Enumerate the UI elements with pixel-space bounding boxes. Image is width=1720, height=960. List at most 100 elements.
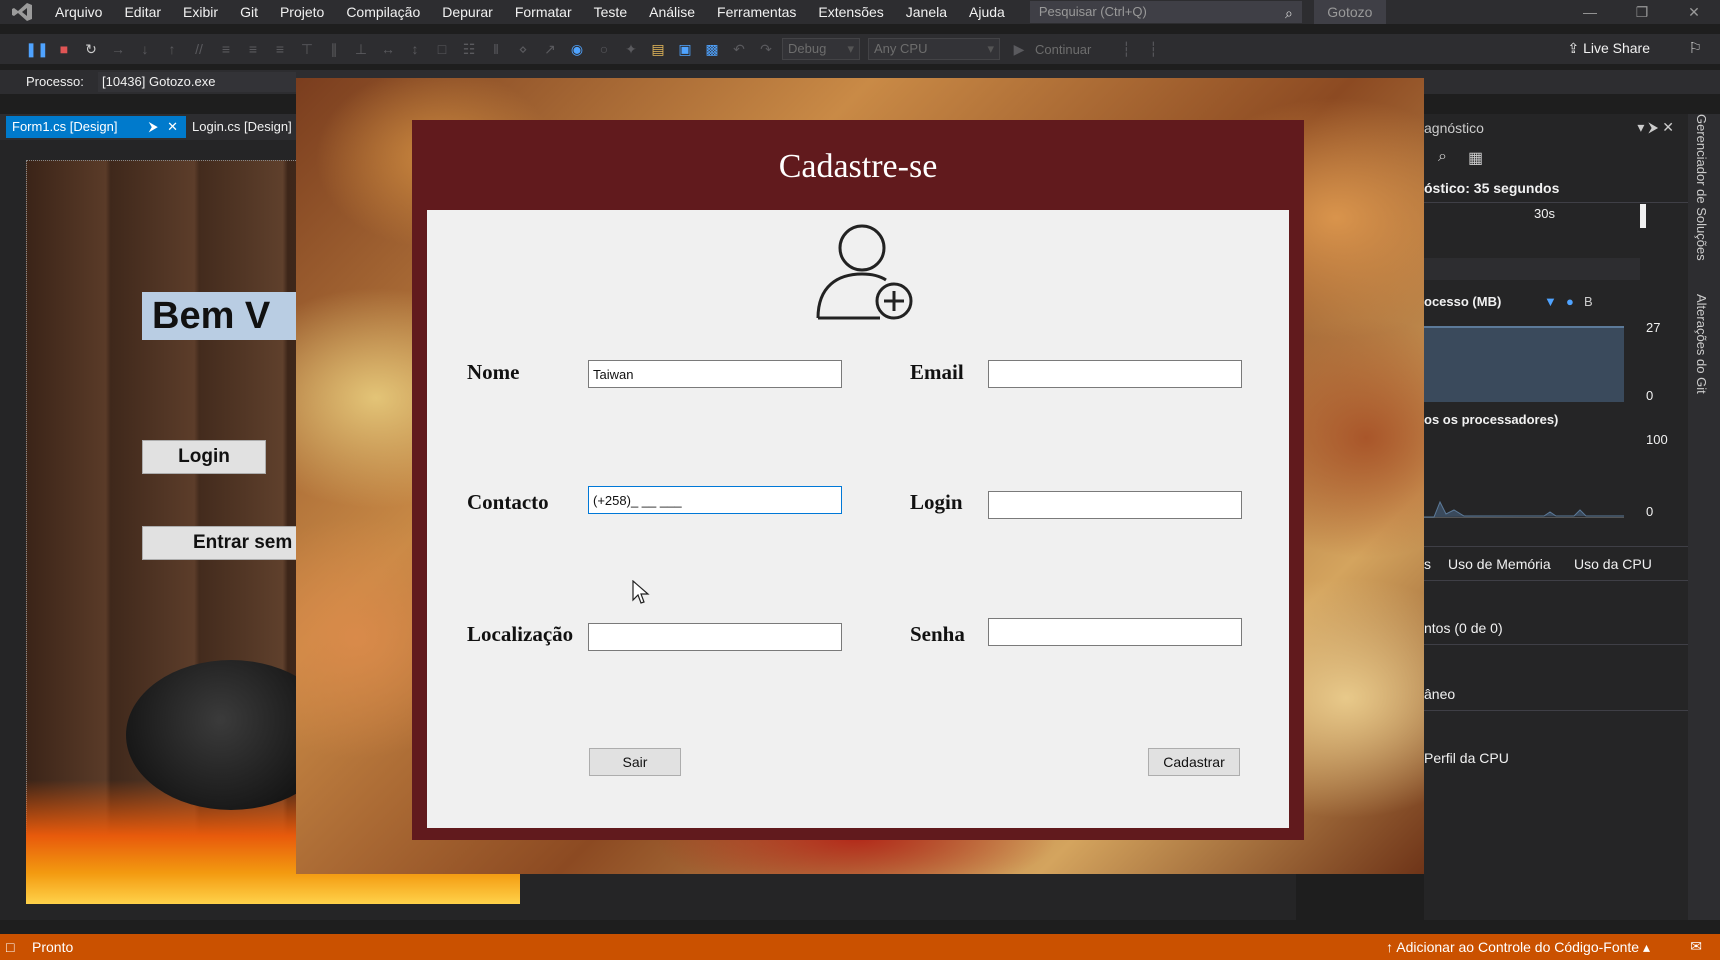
timeline-mark: 30s — [1534, 206, 1555, 221]
align-middle-icon[interactable]: ∥ — [323, 38, 345, 60]
save-all-icon[interactable]: ▩ — [701, 38, 723, 60]
output-window-icon[interactable]: □ — [6, 939, 14, 955]
login-input[interactable] — [988, 491, 1242, 519]
align-left-icon[interactable]: ≡ — [215, 38, 237, 60]
tab-order-icon[interactable]: ↗ — [539, 38, 561, 60]
menu-extensoes[interactable]: Extensões — [807, 0, 894, 24]
tabs-divider — [1424, 546, 1688, 547]
tab-form1-design[interactable]: Form1.cs [Design] ⮞ ✕ — [6, 116, 186, 138]
live-share-button[interactable]: ⇪ Live Share — [1567, 40, 1650, 57]
save-icon[interactable]: ▣ — [674, 38, 696, 60]
close-window-icon[interactable]: ✕ — [1668, 0, 1720, 24]
tab-row-divider — [1424, 580, 1688, 581]
git-changes-tab[interactable]: Alterações do Git — [1694, 294, 1709, 394]
menu-teste[interactable]: Teste — [583, 0, 638, 24]
panel-menu-icons[interactable]: ▾ ⮞ ✕ — [1637, 119, 1674, 136]
grid-icon[interactable]: ☷ — [458, 38, 480, 60]
menu-compilacao[interactable]: Compilação — [335, 0, 431, 24]
contacto-label: Contacto — [467, 490, 549, 514]
menu-arquivo[interactable]: Arquivo — [44, 0, 113, 24]
align-right-icon[interactable]: ≡ — [269, 38, 291, 60]
cpu-profile-row[interactable]: Perfil da CPU — [1424, 750, 1509, 766]
redo-icon[interactable]: ↷ — [755, 38, 777, 60]
menu-analise[interactable]: Análise — [638, 0, 706, 24]
new-item-icon[interactable]: ✦ — [620, 38, 642, 60]
align-top-icon[interactable]: ⊤ — [296, 38, 318, 60]
senha-input[interactable] — [988, 618, 1242, 646]
localizacao-label: Localização — [467, 622, 574, 646]
align-center-icon[interactable]: ≡ — [242, 38, 264, 60]
designer-login-button[interactable]: Login — [142, 440, 266, 474]
configuration-select[interactable]: Debug — [782, 38, 860, 60]
menu-exibir[interactable]: Exibir — [172, 0, 229, 24]
source-control-button[interactable]: ↑ Adicionar ao Controle do Código-Fonte … — [1386, 939, 1650, 956]
continue-button[interactable]: Continuar — [1035, 42, 1091, 57]
search-box[interactable]: Pesquisar (Ctrl+Q) ⌕ — [1029, 1, 1302, 23]
process-select[interactable]: [10436] Gotozo.exe — [98, 72, 296, 92]
timeline-divider — [1424, 202, 1688, 203]
nome-input[interactable] — [588, 360, 842, 388]
filter-icon[interactable]: ▼ — [1544, 294, 1557, 309]
step-lines-2-icon[interactable]: ┆ — [1142, 38, 1164, 60]
row-divider-2 — [1424, 710, 1688, 711]
stop-icon[interactable]: ■ — [53, 38, 75, 60]
pin-icon[interactable]: ⮞ — [149, 116, 158, 138]
tab-cpu-usage[interactable]: Uso da CPU — [1574, 556, 1652, 572]
open-file-icon[interactable]: ▤ — [647, 38, 669, 60]
contacto-input[interactable] — [588, 486, 842, 514]
instant-row[interactable]: âneo — [1424, 686, 1455, 702]
timeline-playhead[interactable] — [1640, 204, 1646, 228]
notifications-icon[interactable]: ✉ — [1690, 938, 1702, 955]
same-width-icon[interactable]: ↔ — [377, 38, 399, 60]
menu-projeto[interactable]: Projeto — [269, 0, 335, 24]
live-share-label: Live Share — [1583, 40, 1650, 56]
same-height-icon[interactable]: ↕ — [404, 38, 426, 60]
cpu-max: 100 — [1646, 432, 1668, 447]
designer-enter-button[interactable]: Entrar sem — [142, 526, 302, 560]
pause-icon[interactable]: ❚❚ — [25, 38, 48, 60]
center-icon[interactable]: ⋄ — [512, 38, 534, 60]
step-out-icon[interactable]: ↑ — [161, 38, 183, 60]
localizacao-input[interactable] — [588, 623, 842, 651]
restart-icon[interactable]: ↻ — [80, 38, 102, 60]
undo-icon[interactable]: ↶ — [728, 38, 750, 60]
status-text: Pronto — [32, 939, 74, 955]
platform-select[interactable]: Any CPU — [868, 38, 1000, 60]
feedback-icon[interactable]: ⚐ — [1689, 39, 1702, 57]
menu-formatar[interactable]: Formatar — [504, 0, 583, 24]
menu-ferramentas[interactable]: Ferramentas — [706, 0, 807, 24]
restore-icon[interactable]: ❐ — [1616, 0, 1668, 24]
close-tab-icon[interactable]: ✕ — [167, 116, 178, 138]
search-icon: ⌕ — [1285, 5, 1293, 21]
tab-events[interactable]: s — [1424, 556, 1431, 572]
events-row[interactable]: ntos (0 de 0) — [1424, 620, 1503, 636]
menu-ajuda[interactable]: Ajuda — [958, 0, 1016, 24]
step-into-icon[interactable]: ↓ — [134, 38, 156, 60]
menu-editar[interactable]: Editar — [113, 0, 172, 24]
tab-login-design[interactable]: Login.cs [Design] — [186, 116, 300, 138]
tab-memory-usage[interactable]: Uso de Memória — [1448, 556, 1551, 572]
step-lines-icon[interactable]: ┆ — [1115, 38, 1137, 60]
comment-icon[interactable]: // — [188, 38, 210, 60]
menu-git[interactable]: Git — [229, 0, 269, 24]
email-input[interactable] — [988, 360, 1242, 388]
process-label: Processo: — [26, 74, 84, 89]
continue-icon[interactable]: ▶ — [1008, 38, 1030, 60]
cadastrar-button[interactable]: Cadastrar — [1148, 748, 1240, 776]
menu-janela[interactable]: Janela — [895, 0, 958, 24]
zoom-icon[interactable]: ⌕ — [1438, 148, 1447, 166]
navigate-forward-icon[interactable]: ○ — [593, 38, 615, 60]
minimize-icon[interactable]: — — [1564, 0, 1616, 24]
same-size-icon[interactable]: □ — [431, 38, 453, 60]
tab-form1-label: Form1.cs [Design] — [12, 119, 118, 134]
align-bottom-icon[interactable]: ⊥ — [350, 38, 372, 60]
menu-depurar[interactable]: Depurar — [431, 0, 504, 24]
sair-button[interactable]: Sair — [589, 748, 681, 776]
snapshot-icon[interactable]: ▦ — [1468, 148, 1483, 168]
navigate-back-icon[interactable]: ◉ — [566, 38, 588, 60]
spacing-icon[interactable]: ‖ — [485, 38, 507, 60]
solution-explorer-tab[interactable]: Gerenciador de Soluções — [1694, 114, 1709, 261]
step-over-icon[interactable]: → — [107, 38, 129, 60]
visual-studio-logo-icon[interactable] — [0, 0, 44, 24]
cpu-min: 0 — [1646, 504, 1654, 519]
